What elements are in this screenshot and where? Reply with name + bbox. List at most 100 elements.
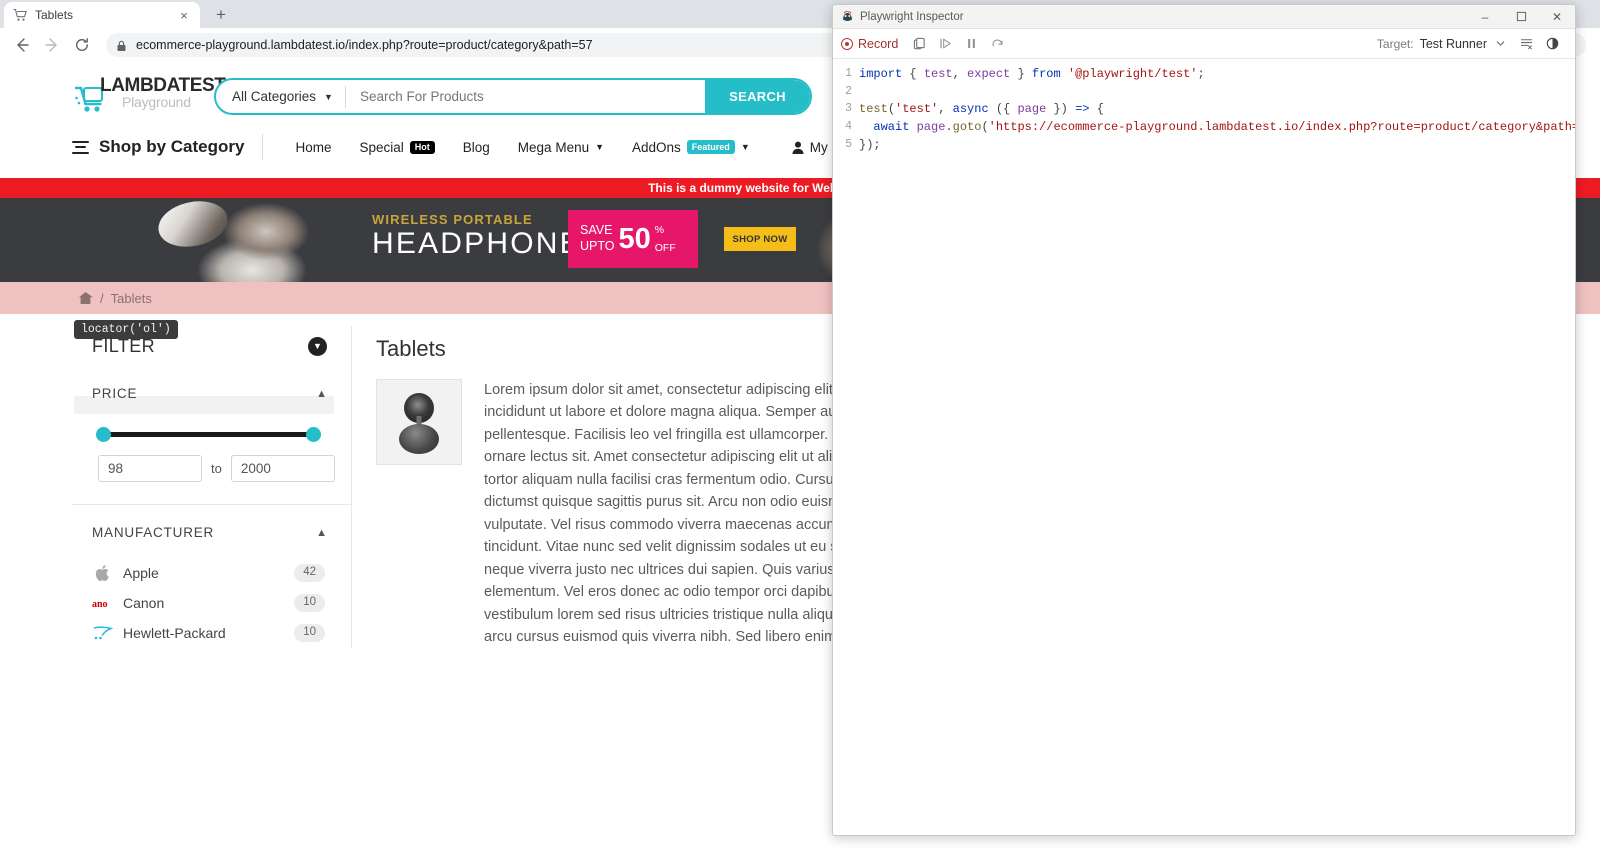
- promo-save-label: SAVE: [580, 223, 613, 238]
- nav-item-addons[interactable]: AddOns Featured ▼: [618, 140, 764, 155]
- locator-tooltip: locator('ol'): [74, 320, 178, 339]
- step-over-icon[interactable]: [984, 33, 1010, 55]
- price-range-slider[interactable]: [96, 427, 321, 442]
- nav-item-blog[interactable]: Blog: [449, 140, 504, 155]
- slider-handle-max[interactable]: [306, 427, 321, 442]
- locator-highlight-box: [74, 396, 334, 414]
- manufacturer-filter-title: MANUFACTURER: [92, 525, 215, 540]
- browser-tab[interactable]: Tablets ×: [4, 2, 200, 28]
- search-bar: All Categories ▼ SEARCH: [214, 78, 812, 115]
- line-number: 2: [845, 85, 852, 98]
- list-item[interactable]: ano Canon 10: [92, 588, 327, 618]
- webcam-base-shape: [399, 424, 439, 454]
- resume-icon[interactable]: [932, 33, 958, 55]
- price-inputs: to: [98, 455, 335, 482]
- back-arrow-icon[interactable]: [8, 31, 36, 59]
- site-logo[interactable]: LAMBDATEST Playground: [72, 72, 226, 120]
- copy-icon[interactable]: [906, 33, 932, 55]
- line-number: 1: [845, 67, 852, 80]
- manufacturer-filter-header[interactable]: MANUFACTURER ▲: [92, 525, 327, 540]
- code-text: });: [859, 138, 881, 153]
- chevron-down-icon: ▼: [324, 91, 333, 102]
- shop-by-category-label: Shop by Category: [99, 137, 245, 156]
- minimize-button[interactable]: –: [1467, 5, 1503, 29]
- clear-log-icon[interactable]: [1513, 33, 1539, 55]
- nav-links: Home Special Hot Blog Mega Menu ▼ AddOns…: [281, 140, 907, 155]
- code-line: 3 test('test', async ({ page }) => {: [833, 100, 1575, 118]
- inspector-code-editor[interactable]: 1 import { test, expect } from '@playwrig…: [833, 59, 1575, 155]
- chevron-up-icon: ▲: [316, 526, 327, 539]
- tab-title: Tablets: [35, 8, 74, 22]
- line-number: 5: [845, 138, 852, 152]
- code-text: await page.goto('https://ecommerce-playg…: [859, 120, 1576, 135]
- forward-arrow-icon[interactable]: [38, 31, 66, 59]
- chevron-down-icon[interactable]: [1487, 33, 1513, 55]
- target-label: Target:: [1376, 36, 1414, 51]
- manufacturer-count: 10: [294, 594, 325, 612]
- shop-now-button[interactable]: SHOP NOW: [724, 227, 796, 251]
- hot-badge: Hot: [409, 140, 435, 154]
- code-lines: 1 import { test, expect } from '@playwrig…: [833, 65, 1575, 154]
- code-line: 5});: [833, 136, 1575, 154]
- search-button[interactable]: SEARCH: [705, 80, 810, 113]
- apple-logo-icon: [92, 564, 114, 582]
- manufacturer-count: 42: [294, 564, 325, 582]
- inspector-titlebar: Playwright Inspector – ✕: [833, 5, 1575, 29]
- maximize-button[interactable]: [1503, 5, 1539, 29]
- list-item[interactable]: Apple 42: [92, 558, 327, 588]
- pause-icon[interactable]: [958, 33, 984, 55]
- category-dropdown-label: All Categories: [232, 89, 317, 104]
- filter-card: FILTER ▼ PRICE ▲ 98 to 2000 MANUFACTURER…: [72, 326, 352, 648]
- inspector-toolbar: Record Target: Test Runner: [833, 29, 1575, 59]
- nav-item-label: Home: [295, 139, 332, 155]
- breadcrumb-current: Tablets: [110, 290, 152, 306]
- promo-discount-badge: SAVE UPTO 50 % OFF: [568, 210, 698, 268]
- target-value: Test Runner: [1419, 36, 1487, 51]
- reload-icon[interactable]: [68, 31, 96, 59]
- breadcrumb-separator: /: [100, 290, 104, 306]
- playwright-inspector-window: Playwright Inspector – ✕ Record Target: …: [832, 4, 1576, 836]
- hp-logo-icon: [92, 624, 114, 642]
- line-number: 3: [845, 102, 852, 116]
- home-icon[interactable]: [78, 291, 93, 305]
- close-button[interactable]: ✕: [1539, 5, 1575, 29]
- category-dropdown[interactable]: All Categories ▼: [216, 89, 345, 104]
- promo-off-label: OFF: [654, 242, 676, 254]
- new-tab-button[interactable]: +: [208, 4, 234, 26]
- nav-item-special[interactable]: Special Hot: [345, 140, 448, 155]
- promo-percent-value: 50: [618, 222, 651, 255]
- contrast-toggle-icon[interactable]: [1539, 33, 1565, 55]
- manufacturer-name: Apple: [123, 565, 159, 581]
- nav-item-label: Special: [359, 139, 404, 155]
- list-item[interactable]: Hewlett-Packard 10: [92, 618, 327, 648]
- price-max-input[interactable]: [230, 455, 335, 482]
- code-line: 1 import { test, expect } from '@playwrig…: [833, 65, 1575, 83]
- lock-icon: [116, 39, 127, 51]
- search-input[interactable]: [345, 89, 705, 104]
- record-button[interactable]: Record: [841, 37, 906, 51]
- chevron-down-icon: ▼: [740, 142, 750, 152]
- filter-sidebar: FILTER ▼ PRICE ▲ 98 to 2000 MANUFACTURER…: [72, 326, 352, 648]
- logo-sub-text: Playground: [122, 94, 191, 110]
- slider-handle-min[interactable]: [96, 427, 111, 442]
- record-icon: [841, 37, 853, 50]
- manufacturer-name: Hewlett-Packard: [123, 625, 226, 641]
- manufacturer-filter-section: MANUFACTURER ▲ Apple 42 ano Canon 10 Hew…: [72, 505, 351, 648]
- hamburger-icon: [72, 140, 89, 154]
- chevron-down-circle-icon[interactable]: ▼: [308, 336, 327, 356]
- code-line: 2: [833, 83, 1575, 100]
- nav-item-mega-menu[interactable]: Mega Menu ▼: [504, 140, 618, 155]
- price-min-input[interactable]: [98, 455, 202, 482]
- code-text: test('test', async ({ page }) => {: [859, 102, 1104, 117]
- manufacturer-count: 10: [294, 624, 325, 642]
- inspector-window-title: Playwright Inspector: [860, 10, 964, 23]
- nav-item-home[interactable]: Home: [281, 140, 345, 155]
- price-filter-section: PRICE ▲ to: [72, 366, 351, 505]
- shop-by-category-button[interactable]: Shop by Category: [72, 137, 262, 157]
- code-text: import { test, expect } from '@playwrigh…: [859, 67, 1205, 81]
- price-to-label: to: [211, 461, 222, 476]
- nav-divider: [262, 134, 264, 160]
- promo-line-2: HEADPHONE: [372, 227, 582, 260]
- close-icon[interactable]: ×: [176, 7, 192, 23]
- chevron-down-icon: ▼: [595, 142, 605, 152]
